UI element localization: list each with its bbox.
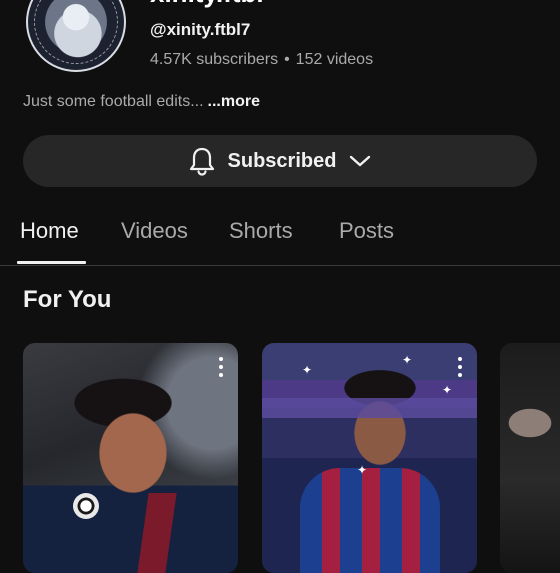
stats-separator: • (284, 51, 290, 68)
tab-shorts[interactable]: Shorts (229, 218, 293, 244)
thumbnail-detail (73, 493, 99, 519)
channel-name: xinity.ftbl (150, 0, 264, 9)
subscriber-count: 4.57K subscribers (150, 51, 279, 68)
channel-tabs: Home Videos Shorts Posts (0, 212, 560, 266)
channel-description[interactable]: Just some football edits... ...more (23, 93, 260, 111)
description-text: Just some football edits... (23, 93, 204, 110)
tab-home[interactable]: Home (20, 218, 79, 244)
sparkle-icon: ✦ (357, 463, 368, 477)
sparkle-icon: ✦ (402, 353, 413, 367)
channel-handle: @xinity.ftbl7 (150, 20, 251, 39)
chevron-down-icon (348, 153, 372, 169)
sparkle-icon: ✦ (442, 383, 453, 397)
video-card[interactable] (23, 343, 238, 573)
more-options-icon[interactable] (457, 357, 463, 377)
active-tab-indicator (17, 261, 86, 264)
sparkle-icon: ✦ (302, 363, 313, 377)
thumbnail-detail (300, 468, 440, 573)
tabs-divider (0, 265, 560, 266)
more-options-icon[interactable] (218, 357, 224, 377)
bell-icon (188, 146, 216, 176)
tab-posts[interactable]: Posts (339, 218, 394, 244)
section-title: For You (23, 286, 112, 313)
thumbnail-detail (137, 493, 177, 573)
video-card[interactable] (500, 343, 560, 573)
tab-videos[interactable]: Videos (121, 218, 188, 244)
subscribed-button[interactable]: Subscribed (23, 135, 537, 187)
thumbnail-detail (262, 398, 477, 418)
more-link[interactable]: ...more (208, 93, 260, 110)
video-count: 152 videos (295, 51, 374, 68)
channel-avatar[interactable] (26, 0, 126, 72)
subscribed-label: Subscribed (227, 149, 337, 172)
video-card[interactable]: ✦ ✦ ✦ ✦ (262, 343, 477, 573)
channel-stats: 4.57K subscribers • 152 videos (150, 51, 373, 69)
